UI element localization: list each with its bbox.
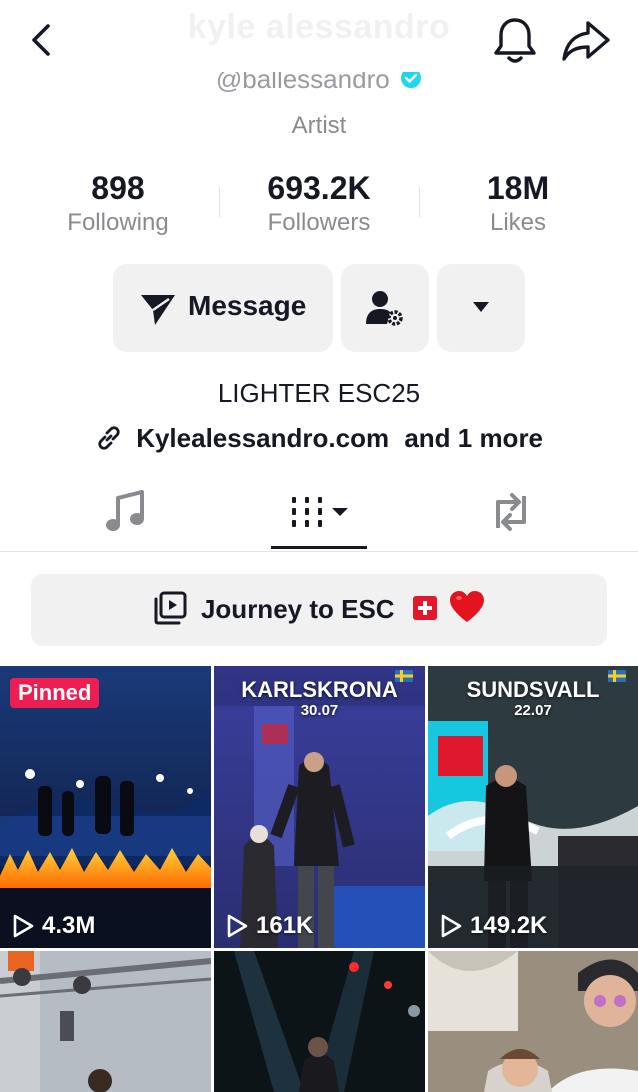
more-options-button[interactable]	[437, 264, 525, 352]
link-icon	[98, 426, 120, 450]
tab-reposts[interactable]	[488, 488, 534, 542]
video-caption-city: KARLSKRONA	[241, 677, 398, 702]
video-thumbnail[interactable]: Pinned 4.3M	[0, 666, 211, 948]
chevron-left-icon	[32, 24, 50, 56]
play-outline-icon	[441, 914, 462, 938]
playlist-content: Journey to ESC	[31, 590, 607, 625]
profile-category: Artist	[291, 112, 347, 139]
thumbnail-image	[428, 951, 638, 1092]
thumbnail-image	[0, 951, 211, 1092]
play-outline-icon	[227, 914, 248, 938]
video-thumbnail[interactable]: KARLSKRONA 30.07 161K	[214, 666, 425, 948]
stat-label: Likes	[489, 209, 547, 236]
playlist-button[interactable]: Journey to ESC	[31, 574, 607, 646]
message-button-label: Message	[188, 290, 307, 321]
video-caption-city: SUNDSVALL	[466, 677, 600, 702]
stat-likes[interactable]: 18M Likes	[418, 168, 618, 238]
view-count-value: 4.3M	[42, 912, 96, 939]
follow-settings-button[interactable]	[341, 264, 429, 352]
paper-plane-icon	[141, 295, 175, 325]
thumbnail-image	[214, 951, 425, 1092]
profile-tabs	[0, 478, 638, 552]
bio-text: LIGHTER ESC25	[217, 378, 421, 408]
view-count: 161K	[226, 912, 313, 940]
view-count: 149.2K	[440, 912, 547, 940]
play-outline-icon	[13, 914, 34, 938]
stat-value: 18M	[486, 170, 550, 206]
caret-down-icon	[473, 302, 489, 312]
view-count-value: 161K	[256, 912, 314, 939]
stat-divider	[219, 187, 220, 217]
stat-divider	[419, 187, 420, 217]
bio-link-more[interactable]: and 1 more	[404, 423, 543, 453]
grid-bars-icon	[292, 497, 348, 527]
bio-link-row[interactable]: Kylealessandro.com and 1 more	[0, 423, 638, 454]
user-settings-icon	[366, 291, 403, 326]
playlist-icon	[154, 591, 187, 624]
username-handle: @ballessandro	[215, 72, 390, 94]
playlist-label: Journey to ESC	[200, 594, 395, 624]
stat-label: Followers	[267, 209, 371, 236]
notifications-button[interactable]	[492, 16, 538, 66]
repost-icon	[496, 493, 526, 531]
stat-value: 898	[91, 170, 145, 206]
bell-icon	[494, 18, 536, 63]
video-caption-date: 30.07	[300, 702, 339, 719]
video-thumbnail[interactable]: SUNDSVALL 22.07 149.2K	[428, 666, 638, 948]
tab-music[interactable]	[104, 488, 148, 542]
handle-row: @ballessandro	[0, 72, 638, 102]
video-caption-date: 22.07	[514, 702, 552, 719]
stat-value: 693.2K	[267, 170, 371, 206]
tab-videos[interactable]	[286, 488, 356, 542]
view-count-value: 149.2K	[470, 912, 548, 939]
verified-badge-icon	[401, 72, 422, 88]
back-button[interactable]	[22, 20, 62, 60]
share-button[interactable]	[560, 18, 612, 64]
video-grid: Pinned 4.3M KARLSKRONA 30.07 161K SUNDSV…	[0, 666, 638, 1092]
pinned-badge: Pinned	[10, 678, 100, 708]
bio-link[interactable]: Kylealessandro.com	[136, 423, 389, 453]
header-title: kyle alessandro	[187, 8, 451, 46]
video-thumbnail[interactable]	[0, 951, 211, 1092]
video-thumbnail[interactable]	[428, 951, 638, 1092]
top-bar: kyle alessandro	[0, 0, 638, 80]
thumbnail-image	[0, 666, 211, 948]
stat-following[interactable]: 898 Following	[18, 168, 218, 238]
swiss-flag-icon	[413, 595, 438, 620]
music-note-icon	[106, 490, 144, 531]
video-thumbnail[interactable]	[214, 951, 425, 1092]
share-arrow-icon	[562, 21, 610, 61]
message-button[interactable]: Message	[113, 264, 333, 352]
active-tab-indicator	[271, 546, 367, 549]
stat-label: Following	[67, 209, 169, 236]
heart-icon	[450, 590, 485, 622]
stat-followers[interactable]: 693.2K Followers	[219, 168, 419, 238]
profile-stats: 898 Following 693.2K Followers 18M Likes	[0, 168, 638, 248]
view-count: 4.3M	[12, 912, 95, 940]
